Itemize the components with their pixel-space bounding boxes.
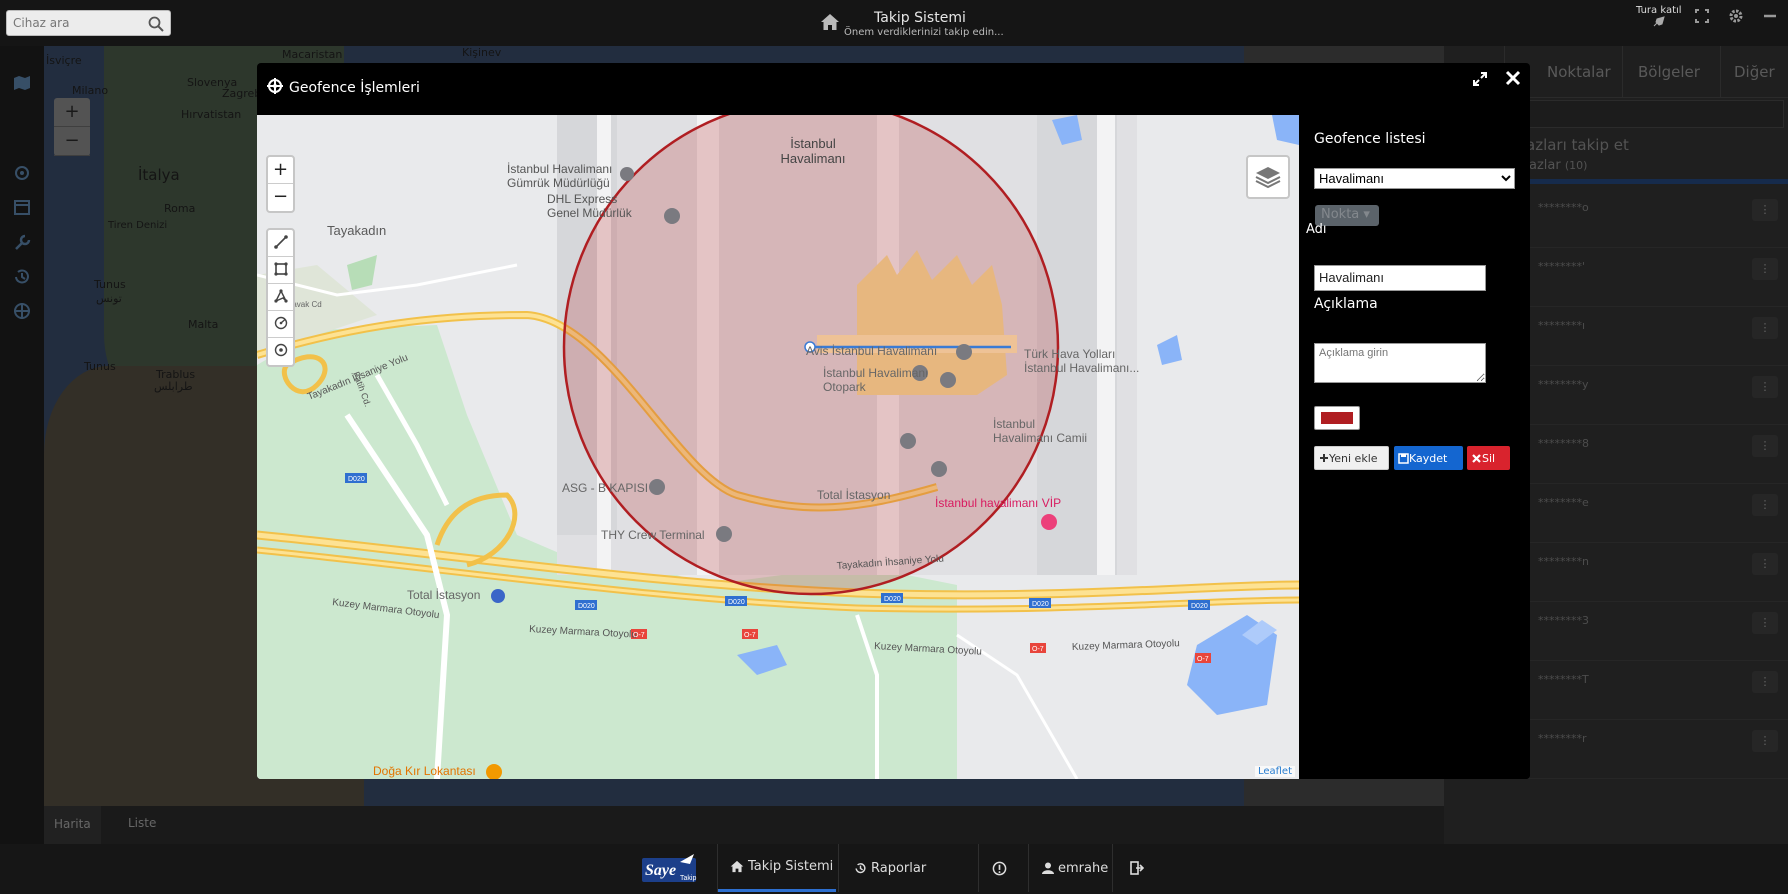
draw-polyline-button[interactable] — [268, 230, 293, 257]
add-new-button[interactable]: Yeni ekle — [1314, 446, 1389, 470]
info-icon — [992, 861, 1007, 875]
logout-button[interactable] — [1130, 844, 1148, 892]
name-input[interactable]: Havalimanı — [1314, 265, 1486, 291]
bottom-navbar: Saye Takip Takip Sistemi Raporlar emrahe — [0, 844, 1788, 894]
geofence-list-label: Geofence listesi — [1314, 131, 1426, 147]
label-asg: ASG - B KAPISI — [562, 481, 648, 495]
label-avis: Avis İstanbul Havalimanı — [806, 344, 937, 358]
nav-raporlar[interactable]: Raporlar — [854, 844, 926, 892]
rectangle-icon — [273, 262, 288, 276]
draw-rectangle-button[interactable] — [268, 257, 293, 284]
svg-text:O-7: O-7 — [633, 632, 645, 639]
geofence-icon — [267, 78, 283, 94]
map-canvas[interactable]: İstanbul Havalimanı İstanbul Havalimanı Gü… — [257, 115, 1299, 779]
label-tayakadin: Tayakadın — [327, 223, 386, 238]
home-icon — [821, 14, 839, 30]
label-gumruk: İstanbul Havalimanı Gümrük Müdürlüğü — [507, 162, 612, 190]
color-picker[interactable] — [1314, 406, 1360, 430]
draw-circle-button[interactable] — [268, 311, 293, 338]
modal-header: Geofence İşlemleri — [257, 63, 1530, 115]
circle-marker-icon — [274, 343, 287, 357]
user-icon — [1042, 862, 1054, 874]
label-vip: İstanbul havalimanı VİP — [935, 496, 1061, 510]
user-menu[interactable]: emrahe — [1042, 844, 1108, 892]
gear-icon[interactable] — [1728, 8, 1744, 24]
svg-text:D020: D020 — [578, 603, 595, 610]
svg-text:D020: D020 — [884, 596, 901, 603]
home-icon — [730, 860, 744, 873]
color-swatch — [1321, 412, 1353, 424]
label-doga: Doğa Kır Lokantası — [373, 764, 476, 778]
logout-icon — [1130, 861, 1144, 875]
svg-text:D020: D020 — [1191, 603, 1208, 610]
search-icon[interactable] — [147, 15, 165, 33]
top-bar: Cihaz ara Takip Sistemi Önem verdiklerin… — [0, 0, 1788, 46]
device-search-input[interactable]: Cihaz ara — [6, 10, 171, 36]
svg-text:Saye: Saye — [645, 862, 676, 879]
brand-title: Takip Sistemi Önem verdiklerinizi takip … — [820, 8, 1020, 40]
fullscreen-icon[interactable] — [1694, 8, 1710, 24]
history-icon — [855, 862, 866, 873]
polygon-icon — [273, 289, 288, 303]
info-button[interactable] — [992, 844, 1011, 892]
geofence-form: Geofence listesi Havalimanı Nokta ▾ Adı … — [1299, 115, 1530, 779]
modal-title: Geofence İşlemleri — [289, 80, 420, 96]
rocket-icon[interactable] — [1652, 16, 1666, 28]
expand-icon[interactable] — [1472, 71, 1488, 87]
draw-circle-marker-button[interactable] — [268, 338, 293, 365]
label-total-1: Total İstasyon — [817, 488, 890, 502]
save-icon — [1398, 452, 1409, 464]
svg-text:D020: D020 — [1032, 601, 1049, 608]
label-istanbul-havalimani: İstanbul Havalimanı — [780, 136, 845, 166]
polyline-icon — [273, 235, 288, 249]
svg-text:Takip: Takip — [680, 875, 696, 882]
name-label: Adı — [1306, 222, 1327, 237]
save-button[interactable]: Kaydet — [1394, 446, 1463, 470]
minimize-icon[interactable] — [1762, 8, 1778, 24]
tour-label[interactable]: Tura katıl — [1636, 5, 1682, 16]
geofence-modal: Geofence İşlemleri İstanbul Havalimanı İ… — [257, 63, 1530, 779]
nav-takip-sistemi[interactable]: Takip Sistemi — [718, 844, 836, 892]
svg-text:D020: D020 — [348, 476, 365, 483]
zoom-out-button[interactable]: − — [268, 184, 293, 211]
draw-toolbar — [266, 228, 295, 367]
app-subtitle: Önem verdiklerinizi takip edin... — [844, 27, 1004, 38]
svg-text:O-7: O-7 — [1032, 646, 1044, 653]
plus-icon — [1320, 454, 1328, 462]
layers-icon — [1255, 167, 1281, 189]
svg-text:D020: D020 — [728, 599, 745, 606]
geofence-select[interactable]: Havalimanı — [1314, 168, 1515, 189]
saye-logo: Saye Takip — [642, 854, 700, 884]
label-thy: THY Crew Terminal — [601, 528, 705, 542]
circle-radius-icon — [274, 316, 287, 330]
description-label: Açıklama — [1314, 296, 1378, 312]
leaflet-attribution[interactable]: Leaflet — [1254, 766, 1295, 777]
close-icon[interactable] — [1504, 69, 1522, 87]
geofence-map[interactable]: İstanbul Havalimanı İstanbul Havalimanı Gü… — [257, 115, 1299, 779]
delete-button[interactable]: Sil — [1467, 446, 1510, 470]
label-total-2: Total İstasyon — [407, 588, 480, 602]
svg-text:O-7: O-7 — [1197, 656, 1209, 663]
layers-button[interactable] — [1246, 155, 1290, 199]
app-title: Takip Sistemi — [874, 10, 966, 26]
zoom-control: + − — [266, 155, 295, 213]
search-placeholder: Cihaz ara — [13, 16, 70, 30]
zoom-in-button[interactable]: + — [268, 157, 293, 184]
svg-text:O-7: O-7 — [744, 632, 756, 639]
description-textarea[interactable] — [1314, 343, 1486, 383]
draw-polygon-button[interactable] — [268, 284, 293, 311]
close-icon — [1472, 453, 1481, 463]
